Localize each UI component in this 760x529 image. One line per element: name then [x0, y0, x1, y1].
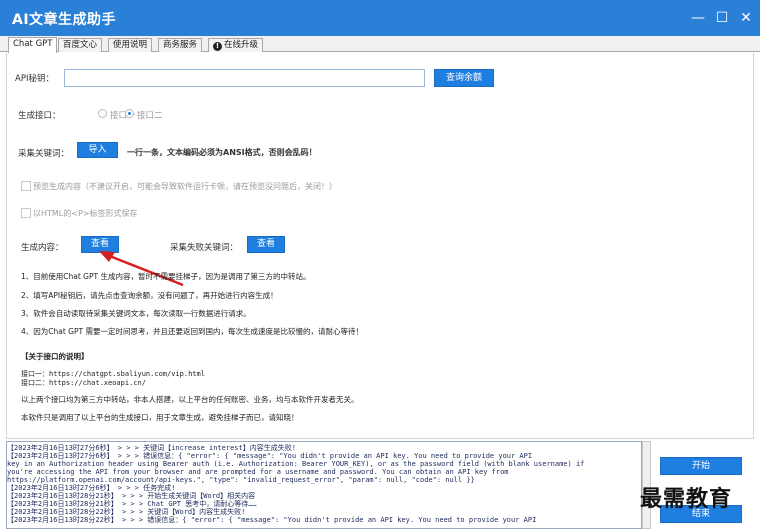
note-2: 2、填写API秘钥后，请先点击查询余额，没有问题了，再开始进行内容生成！ — [21, 291, 278, 300]
html-p-checkbox-label: 以HTML的<P>标签形式保存 — [33, 209, 138, 218]
watermark-logo: 最需教育 — [640, 486, 733, 512]
radio-interface-2[interactable] — [125, 109, 134, 118]
log-line: key in an Authorization header using Bea… — [7, 460, 585, 468]
preview-checkbox[interactable] — [21, 181, 31, 191]
note-1: 1、目前使用Chat GPT 生成内容，暂时不需要挂梯子，因为是调用了第三方的中… — [21, 272, 311, 281]
disclaimer-2: 本软件只是调用了以上平台的生成接口，用于文章生成，避免挂梯子而已，请知晓！ — [21, 413, 299, 422]
api-key-label: API秘钥： — [15, 74, 54, 84]
query-balance-button[interactable]: 查询余额 — [434, 69, 494, 87]
minimize-button[interactable]: — — [686, 6, 710, 30]
keywords-hint: 一行一条，文本编码必须为ANSI格式，否则会乱码！ — [127, 148, 317, 157]
log-line: 【2023年2月16日13时28分21秒】 > > > Chat GPT 思考中… — [7, 500, 257, 508]
log-output[interactable]: 【2023年2月16日13时27分6秒】 > > > 关键词【increase … — [6, 441, 642, 529]
window-title: AI文章生成助手 — [12, 12, 117, 28]
tab-label: Chat GPT — [13, 39, 53, 49]
start-button[interactable]: 开始 — [660, 457, 742, 475]
tab-label: 使用说明 — [113, 40, 148, 50]
interface-label: 生成接口： — [18, 111, 61, 121]
import-button[interactable]: 导入 — [77, 142, 118, 158]
tab-usage-guide[interactable]: 使用说明 — [108, 38, 153, 52]
radio-interface-2-label: 接口二 — [137, 111, 163, 121]
tab-online-upgrade[interactable]: ! 在线升级 — [208, 38, 264, 52]
preview-checkbox-label: 预览生成内容（不建议开启，可能会导致软件运行卡顿，请在预览没问题后，关闭！） — [33, 182, 337, 191]
note-3: 3、软件会自动读取待采集关键词文本，每次读取一行数据进行请求。 — [21, 309, 251, 318]
log-line: 【2023年2月16日13时28分22秒】 > > > 关键词【Word】内容生… — [7, 508, 246, 516]
maximize-button[interactable]: ☐ — [710, 6, 734, 30]
info-icon: ! — [213, 42, 222, 51]
tab-label: 商务服务 — [163, 40, 198, 50]
tab-bar: Chat GPT 百度文心 使用说明 商务服务 ! 在线升级 — [0, 36, 760, 53]
api-key-input[interactable] — [64, 69, 425, 87]
log-line: 【2023年2月16日13时28分21秒】 > > > 开始生成关键词【Word… — [7, 492, 256, 500]
interface-2-url: 接口二：https://chat.xeoapi.cn/ — [21, 379, 146, 387]
log-line: https://platform.openai.com/account/api-… — [7, 476, 475, 484]
log-line: 【2023年2月16日13时27分6秒】 > > > 任务完成! — [7, 484, 176, 492]
disclaimer-1: 以上两个接口均为第三方中转站，非本人搭建，以上平台的任何账密、业务，均与本软件开… — [21, 395, 359, 404]
tab-label: 在线升级 — [224, 40, 259, 50]
log-line: you're accessing the API from your brows… — [7, 468, 509, 476]
view-failed-button[interactable]: 查看 — [247, 236, 285, 253]
chatgpt-panel: API秘钥： 查询余额 生成接口： 接口一 接口二 采集关键词： 导入 一行一条… — [6, 53, 754, 439]
log-line: 【2023年2月16日13时27分6秒】 > > > 错误信息：{ "error… — [7, 452, 533, 460]
html-p-checkbox[interactable] — [21, 208, 31, 218]
radio-interface-1[interactable] — [98, 109, 107, 118]
keywords-label: 采集关键词： — [18, 149, 70, 159]
log-line: 【2023年2月16日13时28分22秒】 > > > 错误信息：{ "erro… — [7, 516, 537, 524]
generated-content-label: 生成内容： — [21, 243, 64, 253]
interface-section-heading: 【关于接口的说明】 — [21, 352, 89, 361]
note-4: 4、因为Chat GPT 需要一定时间思考，并且还要返回到国内，每次生成速度是比… — [21, 327, 363, 336]
tab-business[interactable]: 商务服务 — [158, 38, 203, 52]
tab-baidu-wenxin[interactable]: 百度文心 — [58, 38, 103, 52]
close-button[interactable]: ✕ — [734, 6, 758, 30]
title-bar: AI文章生成助手 — ☐ ✕ — [0, 0, 760, 36]
tab-label: 百度文心 — [63, 40, 98, 50]
log-line: 【2023年2月16日13时27分6秒】 > > > 关键词【increase … — [7, 444, 296, 452]
tab-chatgpt[interactable]: Chat GPT — [8, 37, 58, 53]
red-arrow-annotation — [99, 251, 184, 287]
